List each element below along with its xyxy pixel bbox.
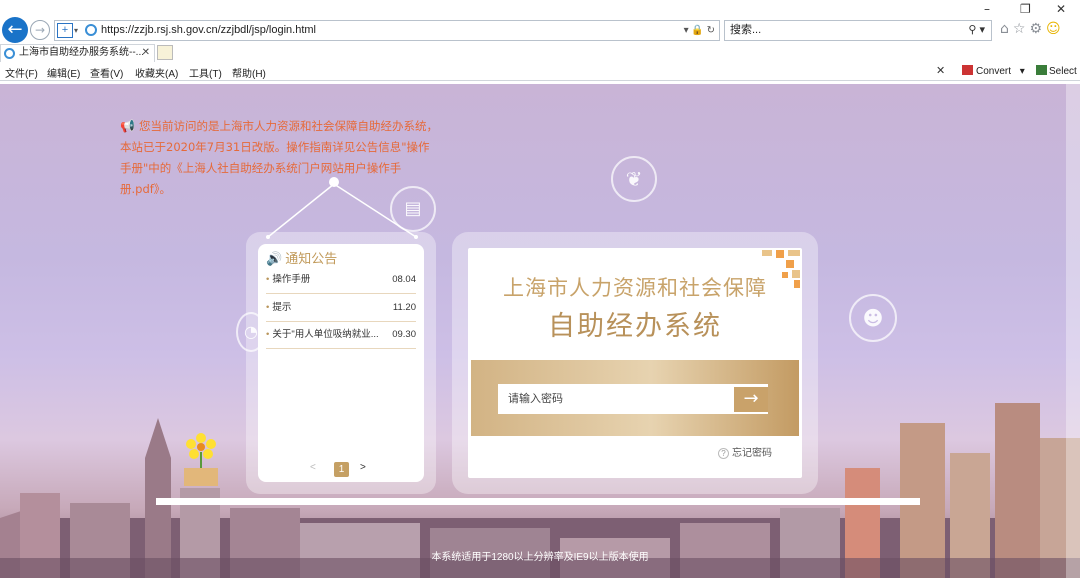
news-item-label[interactable]: 提示	[272, 302, 291, 313]
notice-text: 您当前访问的是上海市人力资源和社会保障自助经办系统，本站已于2020年7月31日…	[120, 119, 438, 196]
megaphone-icon: 📢	[120, 119, 135, 133]
news-item-label[interactable]: 操作手册	[272, 274, 310, 285]
tab-title: 上海市自助经办服务系统--...	[19, 47, 144, 58]
news-item[interactable]: • 操作手册 08.04	[266, 268, 416, 294]
window-controls: – ❐ ✕	[980, 0, 1080, 18]
convert-button[interactable]: Convert ▾	[962, 65, 1025, 77]
bullet-icon: •	[266, 329, 270, 340]
lock-refresh-icons[interactable]: ▾ 🔒 ↻	[684, 21, 715, 40]
restore-icon[interactable]: ❐	[1020, 2, 1031, 16]
add-site-icon[interactable]: +	[57, 23, 73, 38]
forgot-password-label[interactable]: 忘记密码	[732, 448, 772, 459]
search-icon[interactable]: ⚲ ▾	[968, 21, 985, 40]
speaker-icon: 🔊	[266, 251, 283, 266]
news-item-label[interactable]: 关于"用人单位吸纳就业...	[272, 329, 378, 340]
pdf-convert-icon	[962, 65, 973, 75]
menu-tools[interactable]: 工具(T)	[189, 65, 222, 80]
chevron-down-icon[interactable]: ▾	[74, 21, 78, 40]
worker-avatar-icon: ☻	[849, 294, 897, 342]
news-title-text: 通知公告	[285, 251, 338, 266]
news-item-date: 11.20	[392, 302, 416, 313]
feedback-smiley-icon[interactable]: ☺	[1046, 21, 1065, 37]
select-icon	[1036, 65, 1047, 75]
select-label: Select	[1049, 66, 1077, 77]
menu-edit[interactable]: 编辑(E)	[47, 65, 80, 80]
prev-page-button[interactable]: <	[310, 462, 316, 473]
next-page-button[interactable]: >	[360, 462, 366, 473]
address-row: ← → + ▾ https://zzjb.rsj.sh.gov.cn/zzjbd…	[0, 17, 1080, 45]
menu-bar: 文件(F) 编辑(E) 查看(V) 收藏夹(A) 工具(T) 帮助(H) ✕ C…	[0, 62, 1080, 81]
footer-note: 本系统适用于1280以上分辨率及IE9以上版本使用	[431, 552, 649, 563]
browser-icons: ⌂☆⚙☺	[1000, 21, 1065, 37]
heart-hand-icon: ❦	[611, 156, 657, 202]
news-item-date: 09.30	[392, 329, 416, 340]
system-title-line2: 自助经办系统	[548, 311, 722, 342]
news-item[interactable]: • 关于"用人单位吸纳就业... 09.30	[266, 323, 416, 349]
menu-favorites[interactable]: 收藏夹(A)	[135, 65, 178, 80]
flower-pot-icon	[184, 433, 218, 486]
menu-help[interactable]: 帮助(H)	[232, 65, 266, 80]
url-text[interactable]: https://zzjb.rsj.sh.gov.cn/zzjbdl/jsp/lo…	[101, 21, 316, 40]
question-icon: ?	[718, 448, 729, 459]
address-bar[interactable]: + ▾ https://zzjb.rsj.sh.gov.cn/zzjbdl/js…	[54, 20, 720, 41]
gear-icon[interactable]: ⚙	[1029, 21, 1046, 37]
convert-label: Convert	[976, 66, 1012, 77]
close-tab-icon[interactable]: ✕	[142, 45, 150, 61]
login-submit-button[interactable]: →	[734, 387, 768, 412]
login-panel: 上海市人力资源和社会保障 自助经办系统 → ? 忘记密码	[468, 248, 802, 478]
minimize-icon[interactable]: –	[984, 2, 990, 16]
search-placeholder: 搜索...	[730, 24, 762, 36]
news-panel: 🔊 通知公告 • 操作手册 08.04 • 提示 11.20 • 关于"用人单位吸纳就业..…	[258, 244, 424, 482]
forgot-password-link[interactable]: ? 忘记密码	[718, 444, 772, 459]
menu-file[interactable]: 文件(F)	[5, 65, 38, 80]
current-page[interactable]: 1	[334, 462, 349, 477]
menu-view[interactable]: 查看(V)	[90, 65, 123, 80]
close-toolbar-icon[interactable]: ✕	[936, 64, 945, 77]
tab-row: 上海市自助经办服务系统--... ✕	[0, 44, 1080, 62]
select-button[interactable]: Select	[1036, 65, 1077, 77]
pagination: < 1 >	[306, 462, 386, 478]
page-content: ❦ ▤ ☻ ◔ 📢 您当前访问的是上海市人力资源和社会保障自助经办系统，本站已于2…	[0, 84, 1080, 578]
tab-active[interactable]: 上海市自助经办服务系统--... ✕	[0, 44, 155, 62]
close-window-icon[interactable]: ✕	[1056, 2, 1066, 16]
ie-logo-icon	[4, 48, 15, 59]
bullet-icon: •	[266, 274, 270, 285]
password-input[interactable]	[498, 384, 768, 414]
home-icon[interactable]: ⌂	[1000, 21, 1013, 37]
new-tab-button[interactable]	[157, 45, 173, 60]
system-title-line1: 上海市人力资源和社会保障	[503, 276, 767, 300]
divider-bar	[156, 498, 920, 505]
news-item-date: 08.04	[392, 274, 416, 285]
news-panel-title: 🔊 通知公告	[266, 248, 337, 267]
search-input[interactable]: 搜索... ⚲ ▾	[724, 20, 992, 41]
back-arrow-icon[interactable]: ←	[2, 17, 28, 43]
forward-arrow-icon[interactable]: →	[30, 20, 50, 40]
browser-chrome: – ❐ ✕ ← → + ▾ https://zzjb.rsj.sh.gov.cn…	[0, 0, 1080, 84]
ie-logo-icon	[85, 24, 97, 36]
news-item[interactable]: • 提示 11.20	[266, 296, 416, 322]
notice-banner: 📢 您当前访问的是上海市人力资源和社会保障自助经办系统，本站已于2020年7月31…	[120, 116, 440, 200]
favorites-star-icon[interactable]: ☆	[1013, 21, 1030, 37]
bullet-icon: •	[266, 302, 270, 313]
